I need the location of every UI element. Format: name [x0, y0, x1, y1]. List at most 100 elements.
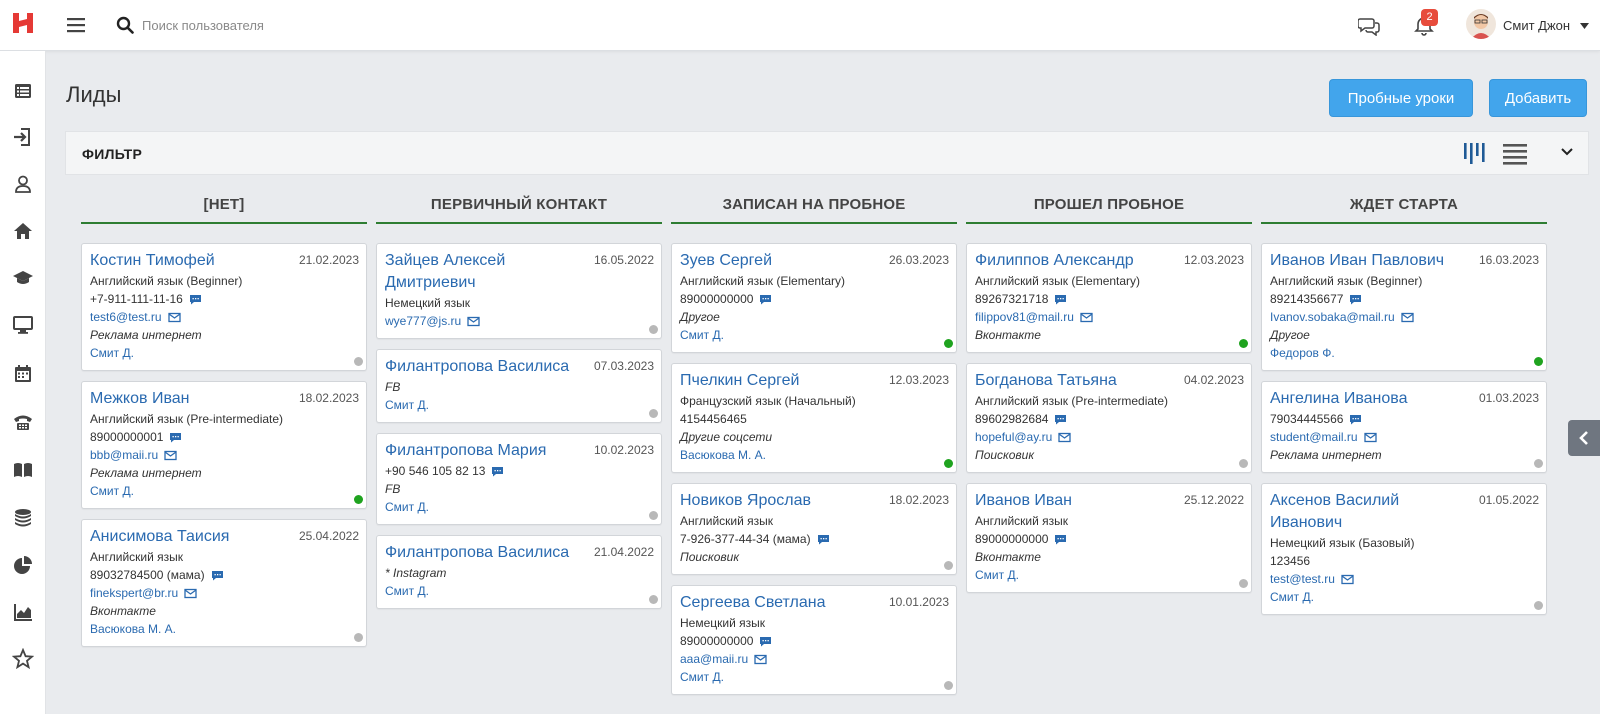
avatar[interactable] [1466, 9, 1496, 39]
lead-detail[interactable]: test@test.ru [1270, 570, 1538, 588]
mail-icon[interactable] [1401, 312, 1414, 323]
calendar-icon[interactable] [12, 363, 34, 385]
side-panel-toggle[interactable] [1568, 420, 1600, 456]
lead-detail-text[interactable]: Смит Д. [1270, 590, 1314, 604]
lead-detail[interactable]: bbb@maii.ru [90, 446, 358, 464]
lead-detail[interactable]: Смит Д. [680, 326, 948, 344]
lead-detail-text[interactable]: hopeful@ay.ru [975, 430, 1052, 444]
lead-detail[interactable]: Смит Д. [680, 668, 948, 686]
lead-detail[interactable]: test6@test.ru [90, 308, 358, 326]
lead-detail-text[interactable]: Смит Д. [680, 328, 724, 342]
search-input[interactable] [142, 13, 462, 37]
lead-detail-text[interactable]: bbb@maii.ru [90, 448, 158, 462]
lead-detail-text[interactable]: student@mail.ru [1270, 430, 1358, 444]
filter-panel[interactable]: ФИЛЬТР [65, 131, 1589, 175]
chat-bubble-icon[interactable] [189, 294, 202, 305]
hamburger-menu-icon[interactable] [66, 15, 86, 35]
chevron-down-icon[interactable] [1560, 145, 1574, 159]
user-name[interactable]: Смит Джон [1503, 18, 1570, 33]
mail-icon[interactable] [1363, 432, 1377, 443]
lead-card[interactable]: Костин Тимофей 21.02.2023 Английский язык … [81, 243, 367, 371]
coins-icon[interactable] [12, 506, 34, 528]
chat-bubble-icon[interactable] [169, 432, 182, 443]
pie-chart-icon[interactable] [12, 554, 34, 576]
lead-detail[interactable]: Смит Д. [90, 482, 358, 500]
import-icon[interactable] [12, 126, 34, 148]
lead-detail-text[interactable]: Васюкова М. А. [680, 448, 766, 462]
lead-detail[interactable]: Смит Д. [90, 344, 358, 362]
lead-detail-text[interactable]: Васюкова М. А. [90, 622, 176, 636]
mail-icon[interactable] [467, 316, 480, 327]
lead-card[interactable]: Иванов Иван Павлович 16.03.2023 Английский… [1261, 243, 1547, 371]
lead-detail[interactable]: finekspert@br.ru [90, 584, 358, 602]
lead-card[interactable]: Филантропова Мария 10.02.2023 +90 546 105 … [376, 433, 662, 525]
home-icon[interactable] [12, 220, 34, 242]
lead-card[interactable]: Новиков Ярослав 18.02.2023 Английский язык… [671, 483, 957, 575]
mail-icon[interactable] [754, 654, 767, 665]
lead-detail-text[interactable]: aaa@maii.ru [680, 652, 748, 666]
lead-detail-text[interactable]: Федоров Ф. [1270, 346, 1335, 360]
lead-detail-text[interactable]: Смит Д. [385, 500, 429, 514]
lead-detail-text[interactable]: wye777@js.ru [385, 314, 461, 328]
lead-detail[interactable]: Смит Д. [385, 582, 653, 600]
mail-icon[interactable] [164, 450, 177, 461]
chevron-down-icon[interactable] [1580, 23, 1589, 29]
lead-detail[interactable]: Смит Д. [385, 396, 653, 414]
lead-detail-text[interactable]: Ivanov.sobaka@mail.ru [1270, 310, 1395, 324]
logo-icon[interactable] [12, 12, 34, 34]
lead-detail-text[interactable]: Смит Д. [90, 484, 134, 498]
lead-detail-text[interactable]: Смит Д. [90, 346, 134, 360]
lead-detail-text[interactable]: test@test.ru [1270, 572, 1335, 586]
add-button[interactable]: Добавить [1489, 79, 1587, 117]
lead-detail-text[interactable]: Смит Д. [975, 568, 1019, 582]
lead-detail[interactable]: Ivanov.sobaka@mail.ru [1270, 308, 1538, 326]
kanban-view-icon[interactable] [1462, 140, 1488, 166]
lead-detail[interactable]: Смит Д. [1270, 588, 1538, 606]
chat-bubble-icon[interactable] [491, 466, 504, 477]
trial-lessons-button[interactable]: Пробные уроки [1329, 79, 1473, 117]
mail-icon[interactable] [1080, 312, 1093, 323]
phone-icon[interactable] [12, 411, 34, 433]
lead-detail-text[interactable]: Смит Д. [385, 398, 429, 412]
lead-card[interactable]: Филиппов Александр 12.03.2023 Английский я… [966, 243, 1252, 353]
mail-icon[interactable] [184, 588, 197, 599]
chat-icon[interactable] [1358, 16, 1380, 36]
lead-card[interactable]: Филантропова Василиса 21.04.2022 * Instagr… [376, 535, 662, 609]
list-icon[interactable] [12, 80, 34, 102]
lead-detail[interactable]: wye777@js.ru [385, 312, 653, 330]
lead-card[interactable]: Анисимова Таисия 25.04.2022 Английский язы… [81, 519, 367, 647]
mail-icon[interactable] [1058, 432, 1071, 443]
lead-detail-text[interactable]: filippov81@mail.ru [975, 310, 1074, 324]
chat-bubble-icon[interactable] [1054, 414, 1067, 425]
chat-bubble-icon[interactable] [1349, 414, 1362, 425]
lead-detail[interactable]: Васюкова М. А. [680, 446, 948, 464]
lead-card[interactable]: Богданова Татьяна 04.02.2023 Английский яз… [966, 363, 1252, 473]
lead-detail[interactable]: Смит Д. [385, 498, 653, 516]
book-icon[interactable] [12, 459, 34, 481]
chat-bubble-icon[interactable] [211, 570, 224, 581]
lead-card[interactable]: Ангелина Иванова 01.03.2023 79034445566 stu… [1261, 381, 1547, 473]
star-icon[interactable] [11, 647, 35, 670]
lead-detail-text[interactable]: finekspert@br.ru [90, 586, 178, 600]
chat-bubble-icon[interactable] [759, 294, 772, 305]
monitor-icon[interactable] [12, 314, 34, 336]
user-icon[interactable] [12, 173, 34, 195]
lead-card[interactable]: Иванов Иван 25.12.2022 Английский язык 8900… [966, 483, 1252, 593]
chat-bubble-icon[interactable] [1349, 294, 1362, 305]
mail-icon[interactable] [167, 312, 181, 323]
lead-detail-text[interactable]: test6@test.ru [90, 310, 162, 324]
chat-bubble-icon[interactable] [1054, 534, 1067, 545]
lead-card[interactable]: Зуев Сергей 26.03.2023 Английский язык (El… [671, 243, 957, 353]
lead-detail[interactable]: Смит Д. [975, 566, 1243, 584]
area-chart-icon[interactable] [12, 601, 34, 623]
lead-card[interactable]: Межков Иван 18.02.2023 Английский язык (Pr… [81, 381, 367, 509]
lead-detail[interactable]: Федоров Ф. [1270, 344, 1538, 362]
lead-card[interactable]: Пчелкин Сергей 12.03.2023 Французский язык… [671, 363, 957, 473]
lead-card[interactable]: Филантропова Василиса 07.03.2023 FB Смит Д. [376, 349, 662, 423]
lead-detail[interactable]: aaa@maii.ru [680, 650, 948, 668]
lead-detail[interactable]: filippov81@mail.ru [975, 308, 1243, 326]
lead-detail-text[interactable]: Смит Д. [680, 670, 724, 684]
lead-detail-text[interactable]: Смит Д. [385, 584, 429, 598]
mail-icon[interactable] [1341, 574, 1354, 585]
lead-card[interactable]: Сергеева Светлана 10.01.2023 Немецкий язык… [671, 585, 957, 695]
